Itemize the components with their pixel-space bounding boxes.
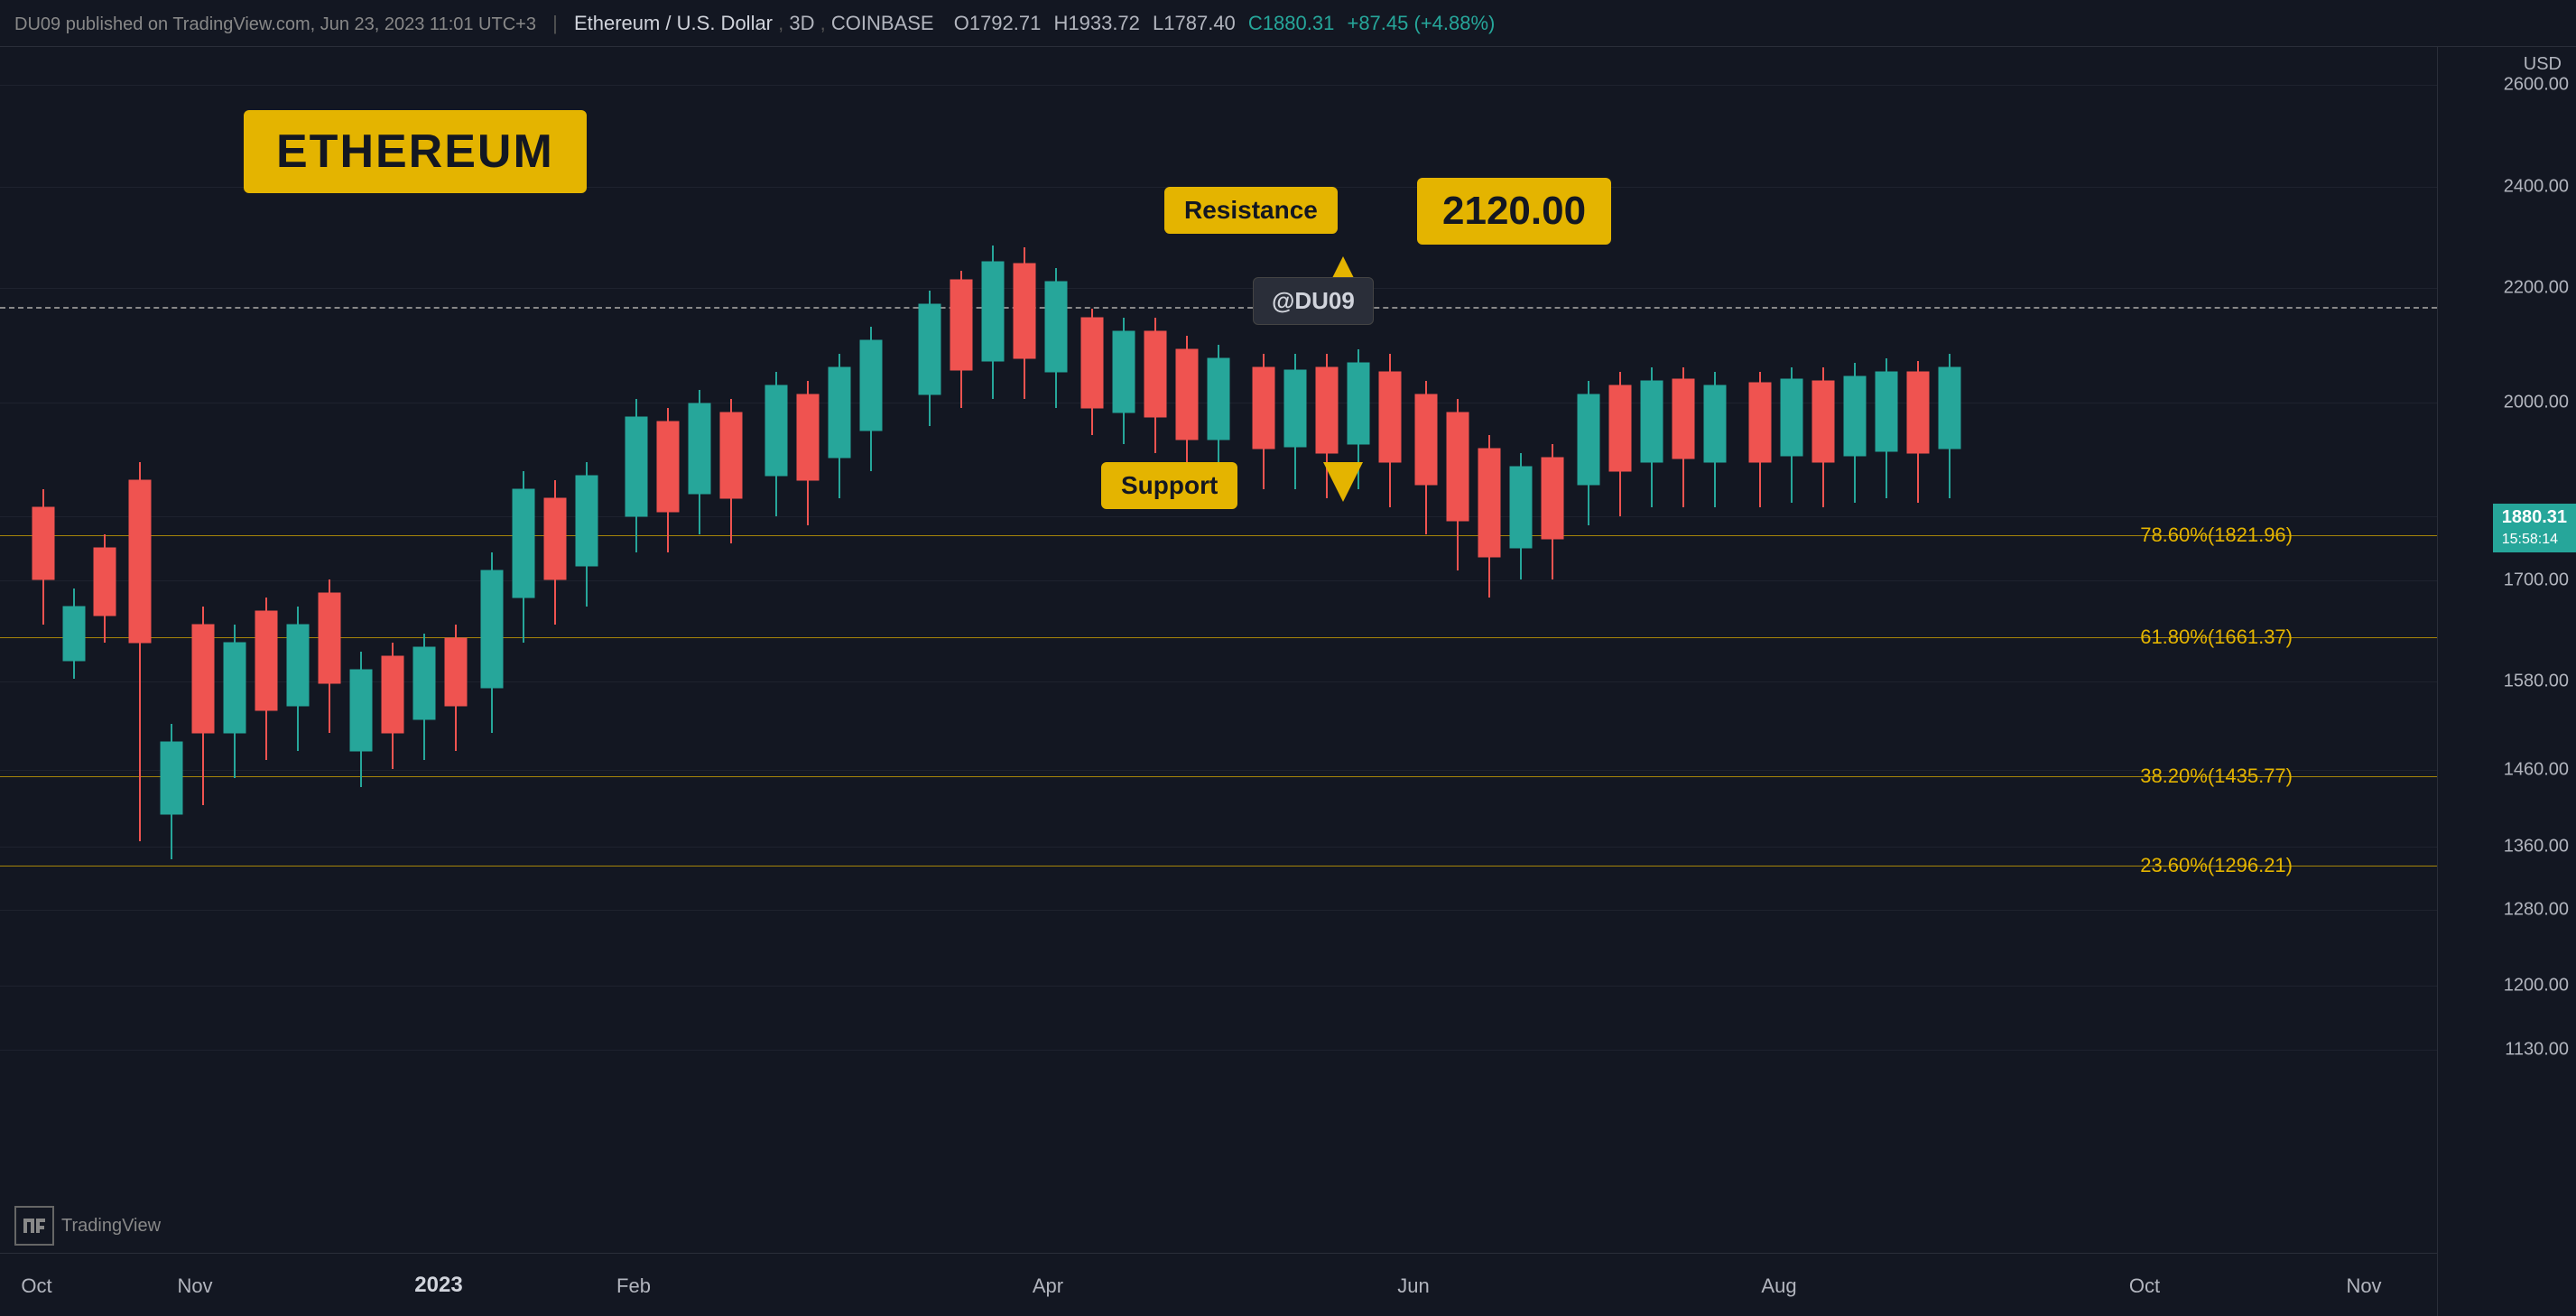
exchange: COINBASE [831, 12, 934, 34]
time-label-nov-end: Nov [2346, 1274, 2381, 1298]
price-2400: 2400.00 [2504, 176, 2569, 197]
time-label-oct-start: Oct [21, 1274, 51, 1298]
price-1460: 1460.00 [2504, 760, 2569, 781]
price-1200: 1200.00 [2504, 976, 2569, 996]
time-label-aug: Aug [1761, 1274, 1796, 1298]
trading-pair: Ethereum / U.S. Dollar [574, 12, 773, 34]
support-arrow-down [1323, 462, 1363, 502]
tradingview-logo: TradingView [14, 1206, 161, 1246]
price-2600: 2600.00 [2504, 75, 2569, 96]
fib-label-23: 23.60%(1296.21) [2140, 854, 2293, 877]
timeframe: 3D [789, 12, 814, 34]
fib-label-38: 38.20%(1435.77) [2140, 765, 2293, 788]
price-2200: 2200.00 [2504, 278, 2569, 299]
ohlc-open: O1792.71 [954, 12, 1042, 34]
price-change-pct: (+4.88%) [1414, 12, 1496, 34]
chart-area: .bull { fill: #26a69a; stroke: #26a69a; … [0, 47, 2437, 1316]
currency-label: USD [2524, 54, 2562, 75]
price-1280: 1280.00 [2504, 900, 2569, 921]
price-2000: 2000.00 [2504, 392, 2569, 412]
time-label-feb: Feb [616, 1274, 651, 1298]
time-label-jun: Jun [1397, 1274, 1429, 1298]
time-label-nov: Nov [177, 1274, 212, 1298]
ethereum-title: ETHEREUM [244, 110, 587, 193]
fib-label-61: 61.80%(1661.37) [2140, 626, 2293, 649]
time-label-apr: Apr [1033, 1274, 1063, 1298]
time-label-2023: 2023 [414, 1273, 462, 1298]
time-axis: Oct Nov 2023 Feb Apr Jun Aug Oct Nov [0, 1253, 2437, 1316]
chart-header: DU09 published on TradingView.com, Jun 2… [0, 0, 2576, 47]
ohlc-high: H1933.72 [1053, 12, 1139, 34]
price-target-label: 2120.00 [1417, 178, 1611, 245]
ohlc-close: C1880.31 [1248, 12, 1334, 34]
header-info: DU09 published on TradingView.com, Jun 2… [14, 12, 1495, 35]
chart-container: DU09 published on TradingView.com, Jun 2… [0, 0, 2576, 1316]
price-axis: 2600.00 2400.00 2200.00 2000.00 1800.00 … [2437, 47, 2576, 1316]
current-price-badge: 1880.31 15:58:14 [2493, 504, 2576, 552]
fib-label-78: 78.60%(1821.96) [2140, 524, 2293, 547]
price-1130: 1130.00 [2505, 1039, 2569, 1060]
resistance-annotation: Resistance [1164, 187, 1338, 234]
price-1700: 1700.00 [2504, 570, 2569, 590]
price-change: +87.45 [1347, 12, 1408, 34]
publisher-text: DU09 published on TradingView.com, Jun 2… [14, 14, 536, 34]
price-1580: 1580.00 [2504, 672, 2569, 692]
tv-icon [14, 1206, 54, 1246]
support-annotation: Support [1101, 462, 1237, 509]
du09-annotation: @DU09 [1253, 277, 1374, 325]
current-price: 1880.31 [2502, 507, 2567, 527]
tradingview-text: TradingView [61, 1216, 161, 1237]
ohlc-low: L1787.40 [1153, 12, 1236, 34]
current-time: 15:58:14 [2502, 532, 2558, 547]
price-1360: 1360.00 [2504, 836, 2569, 857]
time-label-oct-end: Oct [2129, 1274, 2160, 1298]
